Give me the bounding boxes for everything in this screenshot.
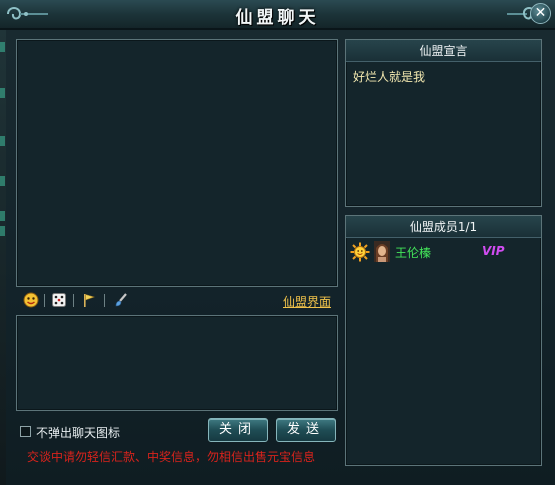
smiley-icon[interactable] (23, 292, 39, 308)
declaration-header: 仙盟宣言 (346, 40, 541, 62)
vip-badge: VIP (482, 244, 505, 258)
chat-toolbar: 仙盟界面 (16, 290, 338, 312)
no-popup-checkbox[interactable] (20, 426, 31, 437)
avatar (374, 241, 390, 262)
chat-input-field[interactable] (16, 315, 338, 411)
guild-interface-link[interactable]: 仙盟界面 (283, 293, 331, 310)
guild-declaration-panel: 仙盟宣言 好烂人就是我 (345, 39, 542, 207)
declaration-text: 好烂人就是我 (353, 70, 426, 84)
close-button[interactable]: 关闭 (208, 418, 268, 442)
window-title: 仙盟聊天 (235, 8, 320, 28)
fraud-warning-text: 交谈中请勿轻信汇款、中奖信息，勿相信出售元宝信息 (27, 450, 316, 464)
guild-chat-window: 仙盟聊天 ✕ 仙盟界面 不弹出聊天图标 关闭 发送 交谈中请勿轻信汇款、中奖信息… (0, 0, 555, 485)
members-header: 仙盟成员1/1 (346, 216, 541, 238)
send-button[interactable]: 发送 (276, 418, 336, 442)
chat-log-panel[interactable] (16, 39, 338, 287)
background-strip (0, 26, 6, 485)
member-row[interactable]: 王伦榛 VIP (350, 241, 505, 263)
no-popup-label: 不弹出聊天图标 (36, 426, 121, 440)
sun-icon (350, 242, 370, 262)
flag-icon[interactable] (81, 292, 97, 308)
brush-icon[interactable] (113, 292, 129, 308)
close-window-button[interactable]: ✕ (530, 3, 551, 24)
guild-members-panel: 仙盟成员1/1 王伦榛 VIP (345, 215, 542, 466)
dice-icon[interactable] (51, 292, 67, 308)
title-bar[interactable]: 仙盟聊天 ✕ (0, 0, 555, 30)
member-name: 王伦榛 (395, 246, 432, 260)
